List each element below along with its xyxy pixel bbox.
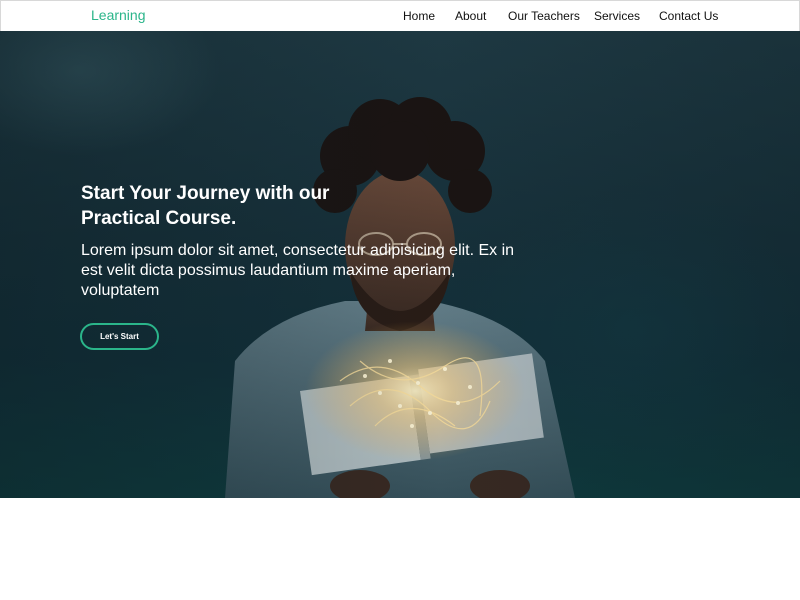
- hero-section: Start Your Journey with our Practical Co…: [0, 31, 800, 498]
- lets-start-button[interactable]: Let's Start: [80, 323, 159, 350]
- nav-link-our-teachers[interactable]: Our Teachers: [508, 9, 580, 23]
- content-area: [0, 498, 800, 600]
- nav-link-services[interactable]: Services: [594, 9, 640, 23]
- nav-links: Home About Our Teachers Services Contact…: [1, 9, 800, 27]
- navbar: Learning Home About Our Teachers Service…: [0, 0, 800, 31]
- hero-title: Start Your Journey with our Practical Co…: [81, 183, 330, 229]
- nav-link-home[interactable]: Home: [403, 9, 435, 23]
- nav-link-contact-us[interactable]: Contact Us: [659, 9, 718, 23]
- hero-description: Lorem ipsum dolor sit amet, consectetur …: [81, 242, 515, 299]
- nav-link-about[interactable]: About: [455, 9, 486, 23]
